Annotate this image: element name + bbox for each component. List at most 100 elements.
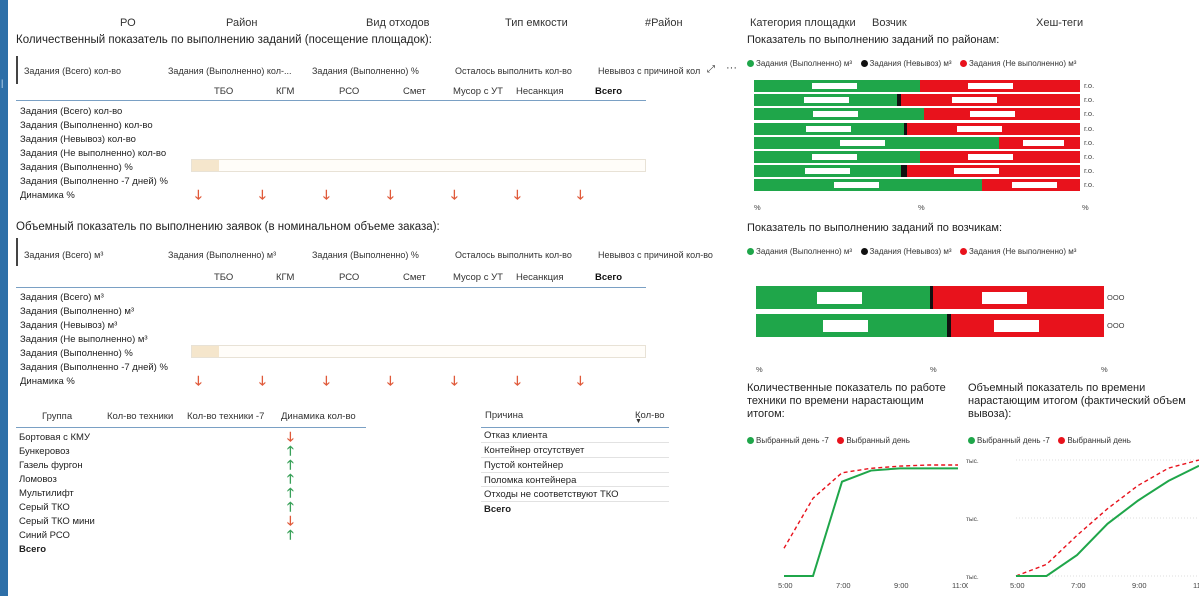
- stacked-bar[interactable]: [754, 122, 1080, 135]
- row-label: Задания (Невывоз) кол-во: [20, 134, 136, 145]
- stacked-bar[interactable]: [754, 151, 1080, 163]
- series-line[interactable]: [1016, 464, 1199, 577]
- col-header[interactable]: Несанкция: [516, 86, 563, 97]
- list-item: Отказ клиента: [484, 430, 548, 441]
- legend-item: Выбранный день: [1067, 436, 1131, 445]
- row-label: Задания (Выполненно) %: [20, 162, 133, 173]
- list-item: Бортовая с КМУ: [19, 432, 90, 443]
- arrow-down-icon: 🡓: [451, 373, 458, 388]
- arrow-down-icon: 🡓: [387, 373, 394, 388]
- filter-carrier[interactable]: Возчик: [872, 17, 907, 29]
- arrow-down-icon: 🡓: [514, 373, 521, 388]
- series-line[interactable]: [784, 467, 958, 577]
- stacked-bar[interactable]: [754, 94, 1080, 107]
- list-item: Поломка контейнера: [484, 475, 577, 486]
- col-header[interactable]: Группа: [42, 411, 72, 422]
- stacked-bar[interactable]: [754, 80, 1080, 92]
- stacked-bar[interactable]: [754, 165, 1080, 178]
- legend-dot-black: [860, 60, 868, 67]
- col-header[interactable]: КГМ: [276, 86, 294, 97]
- row-label: Динамика %: [20, 376, 75, 387]
- total-row: Всего: [19, 544, 47, 555]
- row-label: Динамика %: [20, 190, 75, 201]
- list-item: Отходы не соответствуют ТКО: [484, 489, 619, 500]
- filter-site-category[interactable]: Категория площадки: [750, 17, 856, 29]
- legend-item: Задания (Невывоз) м³: [869, 59, 952, 68]
- card-label: Задания (Всего) кол-во: [24, 66, 121, 76]
- completion-progress-bar: [191, 159, 646, 172]
- list-item: Синий РСО: [19, 530, 70, 541]
- data-label: [806, 125, 852, 132]
- col-header[interactable]: ТБО: [214, 86, 233, 97]
- card-label: Задания (Выполненно) м³: [168, 250, 277, 260]
- filter-district-hash[interactable]: #Район: [645, 17, 683, 29]
- row-label: Задания (Всего) кол-во: [20, 106, 123, 117]
- col-header[interactable]: Кол-во техники -7: [187, 411, 264, 422]
- more-options-icon[interactable]: ···: [726, 62, 737, 74]
- col-header-total[interactable]: Всего: [595, 272, 622, 283]
- col-header[interactable]: Причина: [485, 410, 523, 421]
- row-label: Задания (Выполненно) м³: [20, 306, 135, 317]
- card-label: Задания (Выполненно) %: [312, 66, 419, 76]
- category-label: г.о.: [1084, 95, 1095, 105]
- col-header[interactable]: РСО: [339, 272, 359, 283]
- col-header[interactable]: Несанкция: [516, 272, 563, 283]
- col-header[interactable]: Мусор с УТ: [453, 272, 503, 283]
- arrow-down-icon: 🡓: [195, 373, 202, 388]
- category-label: ООО: [1107, 292, 1125, 302]
- col-header[interactable]: Кол-во техники: [107, 411, 173, 422]
- legend-dot-red: [959, 248, 967, 255]
- arrow-down-icon: 🡓: [451, 187, 458, 202]
- card-label: Задания (Выполненно) %: [312, 250, 419, 260]
- line-chart-1: 5:007:009:0011:00: [778, 464, 968, 590]
- category-label: г.о.: [1084, 123, 1095, 133]
- filter-ro[interactable]: РО: [120, 17, 136, 29]
- row-label: Задания (Выполненно -7 дней) %: [20, 362, 168, 373]
- col-header[interactable]: Смет: [403, 272, 426, 283]
- sort-desc-icon[interactable]: ▼: [635, 418, 642, 425]
- list-item: Пустой контейнер: [484, 460, 564, 471]
- card-label: Невывоз с причиной кол-во: [598, 250, 713, 260]
- legend-item: Выбранный день -7: [977, 436, 1050, 445]
- filter-container-type[interactable]: Тип емкости: [505, 17, 568, 29]
- axis-tick: %: [1082, 203, 1089, 212]
- data-label: [1011, 182, 1057, 189]
- district-chart-legend: Задания (Выполненно) м³ Задания (Невывоз…: [747, 53, 1076, 71]
- progress-fill: [192, 346, 220, 357]
- list-item: Контейнер отсутствует: [484, 445, 585, 456]
- col-header[interactable]: РСО: [339, 86, 359, 97]
- arrow-down-icon: 🡓: [323, 373, 330, 388]
- data-label: [994, 319, 1040, 332]
- col-header[interactable]: КГМ: [276, 272, 294, 283]
- col-header[interactable]: Мусор с УТ: [453, 86, 503, 97]
- filter-hashtags[interactable]: Хеш-теги: [1036, 17, 1083, 29]
- series-line[interactable]: [783, 464, 958, 549]
- data-label: [970, 111, 1016, 118]
- col-header[interactable]: Смет: [403, 86, 426, 97]
- stacked-bar[interactable]: [756, 286, 1104, 309]
- legend-item: Задания (Невывоз) м³: [869, 247, 952, 256]
- data-label: [833, 182, 879, 189]
- col-header[interactable]: ТБО: [214, 272, 233, 283]
- x-tick-label: 7:00: [1071, 581, 1086, 590]
- filter-waste-type[interactable]: Вид отходов: [366, 17, 430, 29]
- category-label: ООО: [1107, 320, 1125, 330]
- row-label: Задания (Выполненно) кол-во: [20, 120, 153, 131]
- y-tick-label: тыс.: [966, 516, 979, 523]
- legend-item: Задания (Выполненно) м³: [756, 59, 853, 68]
- stacked-bar[interactable]: [754, 108, 1080, 121]
- list-item: Серый ТКО: [19, 502, 70, 513]
- list-item: Мультилифт: [19, 488, 74, 499]
- axis-tick: %: [756, 365, 763, 374]
- expand-icon[interactable]: ⤢: [707, 64, 715, 75]
- line-chart-1-title: Количественные показатель по работе техн…: [747, 382, 946, 420]
- stacked-bar[interactable]: [756, 314, 1104, 337]
- col-header-total[interactable]: Всего: [595, 86, 622, 97]
- legend-item: Задания (Не выполненно) м³: [968, 59, 1077, 68]
- col-header[interactable]: Динамика кол-во: [281, 411, 356, 422]
- filter-district[interactable]: Район: [226, 17, 257, 29]
- axis-tick: %: [754, 203, 761, 212]
- row-label: Задания (Выполненно) %: [20, 348, 133, 359]
- category-label: г.о.: [1084, 137, 1095, 147]
- x-tick-label: 11:00: [1193, 581, 1199, 590]
